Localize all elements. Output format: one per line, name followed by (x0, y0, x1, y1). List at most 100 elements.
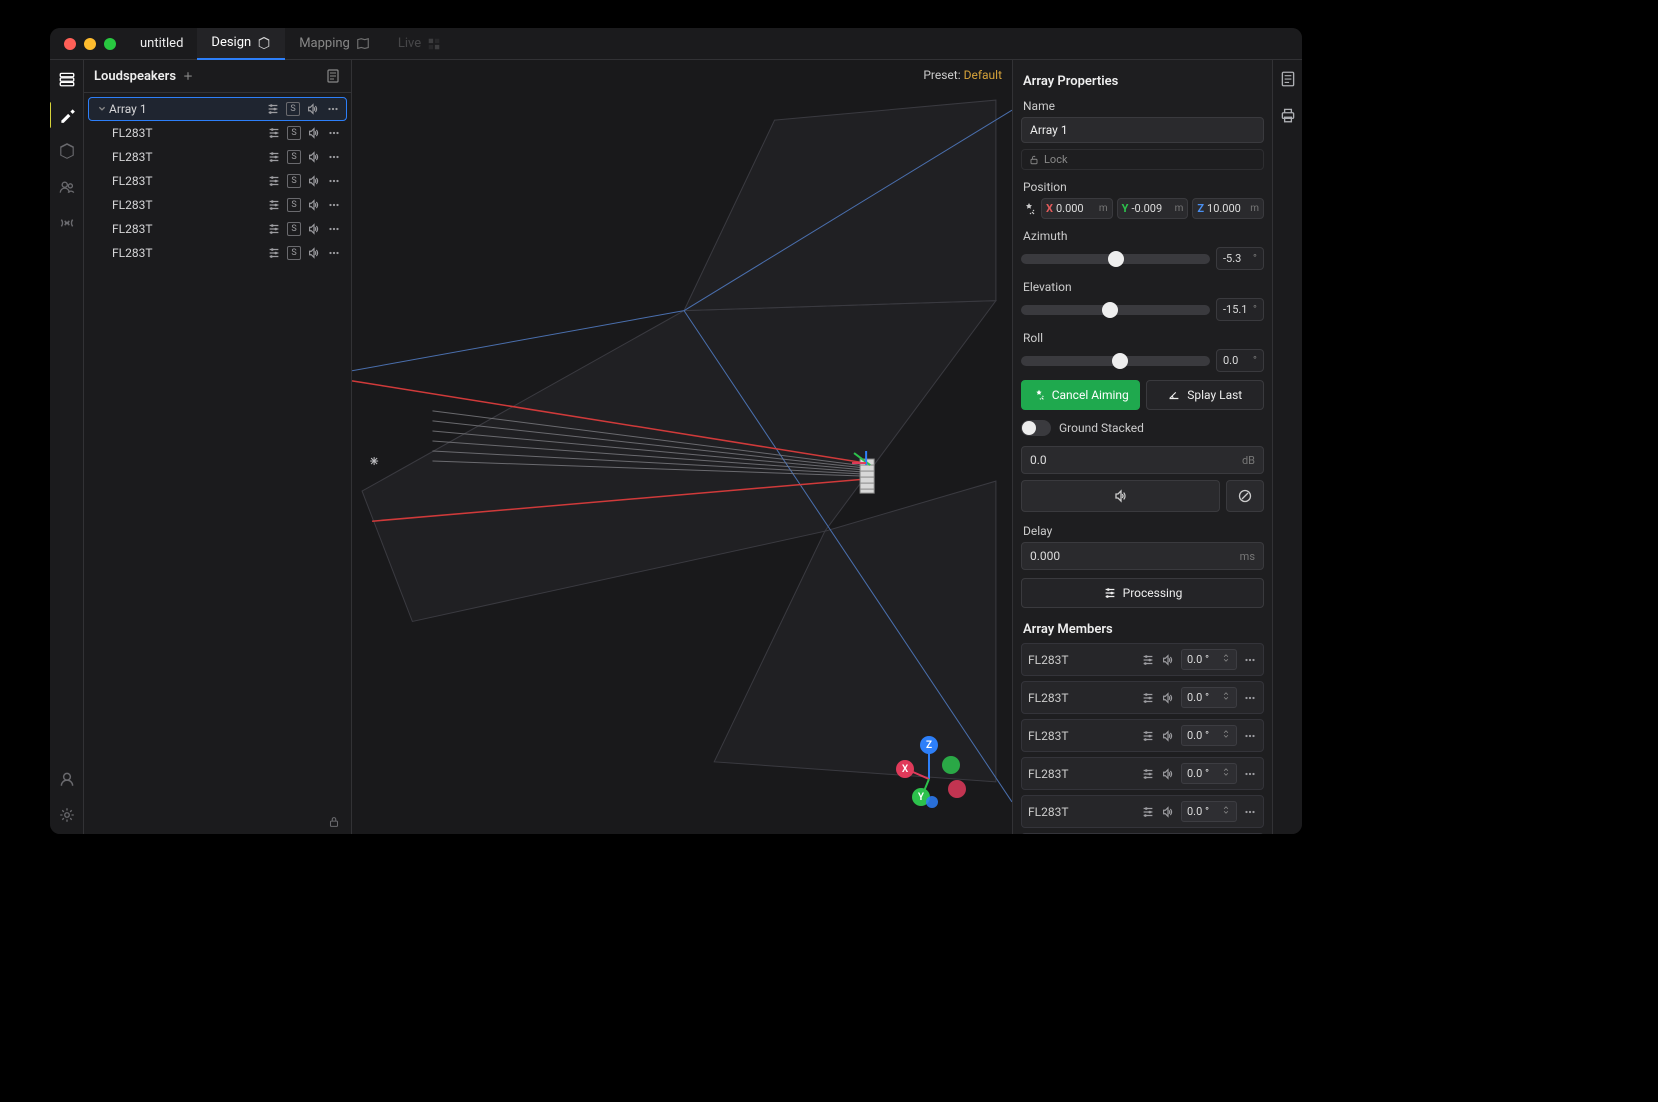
speaker-icon[interactable] (307, 150, 321, 164)
more-icon[interactable] (1243, 805, 1257, 819)
gizmo-x[interactable]: X (896, 760, 914, 778)
mute-button[interactable] (1021, 480, 1220, 512)
pos-x-input[interactable]: X0.000m (1041, 198, 1113, 219)
roll-input[interactable]: 0.0° (1216, 349, 1264, 372)
page-icon[interactable] (325, 68, 341, 84)
pos-y-input[interactable]: Y-0.009m (1117, 198, 1189, 219)
gizmo-z[interactable]: Z (920, 736, 938, 754)
tree-item[interactable]: FL283TS (88, 169, 347, 193)
stepper-icon[interactable] (1221, 691, 1231, 701)
tab-design[interactable]: Design (197, 28, 285, 60)
member-angle-input[interactable]: 0.0 ° (1181, 687, 1237, 708)
maximize-window-button[interactable] (104, 38, 116, 50)
cancel-aiming-button[interactable]: Cancel Aiming (1021, 380, 1140, 410)
elevation-slider[interactable] (1021, 305, 1210, 315)
print-icon[interactable] (1279, 106, 1297, 124)
more-icon[interactable] (1243, 729, 1257, 743)
close-window-button[interactable] (64, 38, 76, 50)
tree-item[interactable]: FL283TS (88, 193, 347, 217)
speaker-icon[interactable] (307, 246, 321, 260)
roll-slider[interactable] (1021, 356, 1210, 366)
member-angle-input[interactable]: 0.0 ° (1181, 725, 1237, 746)
speaker-icon[interactable] (1161, 729, 1175, 743)
cube-icon[interactable] (58, 142, 76, 160)
gain-input[interactable]: 0.0dB (1021, 446, 1264, 474)
more-icon[interactable] (327, 126, 341, 140)
gizmo-neg-y[interactable] (942, 756, 960, 774)
gizmo-neg-x[interactable] (948, 780, 966, 798)
speaker-icon[interactable] (307, 126, 321, 140)
member-row[interactable]: FL283T0.0 ° (1021, 795, 1264, 828)
speaker-icon[interactable] (307, 198, 321, 212)
elevation-input[interactable]: -15.1° (1216, 298, 1264, 321)
tab-mapping[interactable]: Mapping (285, 28, 384, 60)
sliders-icon[interactable] (267, 150, 281, 164)
solo-button[interactable]: S (287, 126, 301, 140)
more-icon[interactable] (1243, 653, 1257, 667)
pos-z-input[interactable]: Z10.000m (1192, 198, 1264, 219)
tab-untitled[interactable]: untitled (126, 28, 197, 60)
more-icon[interactable] (327, 198, 341, 212)
more-icon[interactable] (327, 174, 341, 188)
stepper-icon[interactable] (1221, 729, 1231, 739)
axis-gizmo[interactable]: Z X Y (894, 734, 964, 804)
broadcast-icon[interactable] (58, 214, 76, 232)
tree-item[interactable]: FL283TS (88, 121, 347, 145)
member-row[interactable]: FL283T0.0 ° (1021, 719, 1264, 752)
member-row[interactable]: FL283T0.0 ° (1021, 681, 1264, 714)
lock-row[interactable]: Lock (1021, 149, 1264, 170)
lock-icon[interactable] (327, 815, 341, 829)
stepper-icon[interactable] (1221, 805, 1231, 815)
tree-item[interactable]: FL283TS (88, 145, 347, 169)
page-icon[interactable] (1279, 70, 1297, 88)
solo-button[interactable]: S (287, 198, 301, 212)
phase-button[interactable] (1226, 480, 1264, 512)
member-angle-input[interactable]: 0.0 ° (1181, 801, 1237, 822)
brush-icon[interactable] (58, 106, 76, 124)
pick-position-icon[interactable] (1021, 201, 1037, 217)
stepper-icon[interactable] (1221, 653, 1231, 663)
processing-button[interactable]: Processing (1021, 578, 1264, 608)
more-icon[interactable] (327, 246, 341, 260)
minimize-window-button[interactable] (84, 38, 96, 50)
solo-button[interactable]: S (287, 150, 301, 164)
sliders-icon[interactable] (1141, 653, 1155, 667)
sliders-icon[interactable] (1141, 767, 1155, 781)
sliders-icon[interactable] (1141, 729, 1155, 743)
member-angle-input[interactable]: 0.0 ° (1181, 649, 1237, 670)
delay-input[interactable]: 0.000ms (1021, 542, 1264, 570)
solo-button[interactable]: S (287, 174, 301, 188)
more-icon[interactable] (327, 222, 341, 236)
ground-stacked-toggle[interactable] (1021, 420, 1051, 436)
more-icon[interactable] (326, 102, 340, 116)
speaker-icon[interactable] (307, 222, 321, 236)
chevron-down-icon[interactable] (95, 102, 109, 116)
speaker-icon[interactable] (1161, 805, 1175, 819)
more-icon[interactable] (327, 150, 341, 164)
splay-last-button[interactable]: Splay Last (1146, 380, 1265, 410)
speaker-icon[interactable] (1161, 653, 1175, 667)
sliders-icon[interactable] (267, 222, 281, 236)
tab-live[interactable]: Live (384, 28, 455, 60)
sliders-icon[interactable] (267, 198, 281, 212)
speaker-icon[interactable] (1161, 691, 1175, 705)
solo-button[interactable]: S (286, 102, 300, 116)
tree-item[interactable]: FL283TS (88, 217, 347, 241)
member-row[interactable]: FL283T0.0 ° (1021, 757, 1264, 790)
solo-button[interactable]: S (287, 246, 301, 260)
member-row[interactable]: FL283T0.0 ° (1021, 643, 1264, 676)
azimuth-input[interactable]: -5.3° (1216, 247, 1264, 270)
user-icon[interactable] (58, 770, 76, 788)
more-icon[interactable] (1243, 691, 1257, 705)
sliders-icon[interactable] (1141, 691, 1155, 705)
tree-item[interactable]: FL283TS (88, 241, 347, 265)
sliders-icon[interactable] (266, 102, 280, 116)
name-input[interactable] (1021, 117, 1264, 143)
viewport-3d[interactable]: Preset: Default (352, 60, 1012, 834)
solo-button[interactable]: S (287, 222, 301, 236)
add-loudspeaker-button[interactable] (182, 70, 194, 82)
speaker-icon[interactable] (306, 102, 320, 116)
stack-icon[interactable] (58, 70, 76, 88)
gear-icon[interactable] (58, 806, 76, 824)
speaker-icon[interactable] (1161, 767, 1175, 781)
